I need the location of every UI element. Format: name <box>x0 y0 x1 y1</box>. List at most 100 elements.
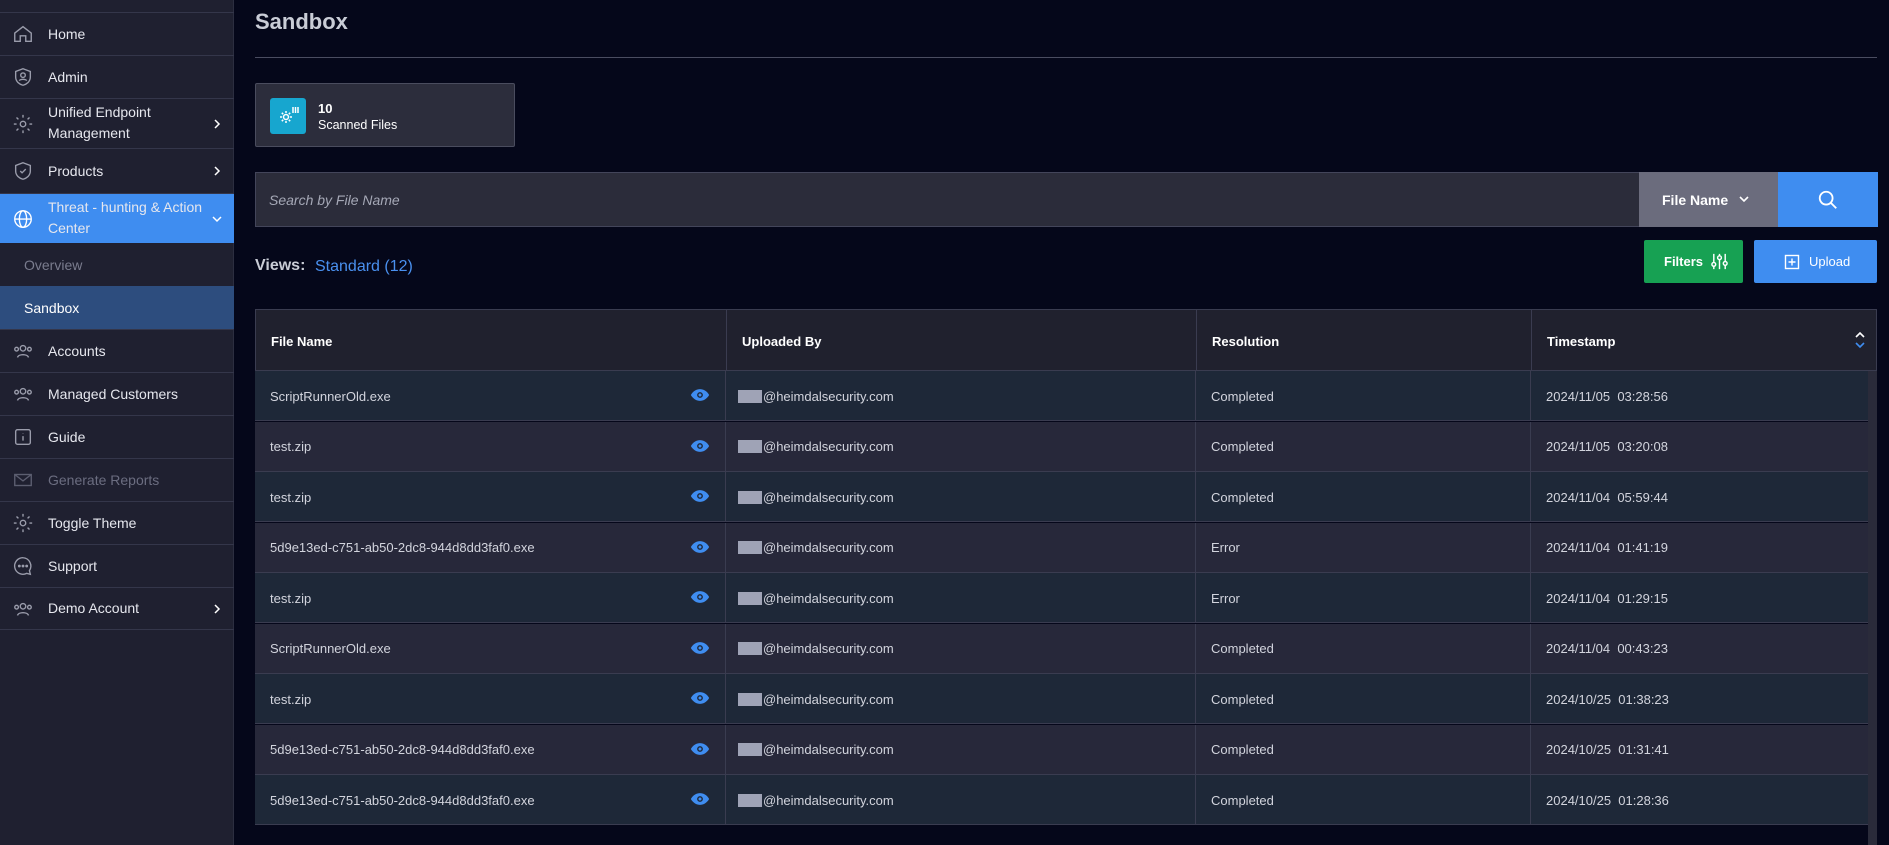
redacted-username <box>738 541 762 554</box>
sidebar-item-label: Products <box>48 162 104 179</box>
cell-resolution: Error <box>1196 522 1531 573</box>
eye-icon[interactable] <box>690 439 710 453</box>
sidebar-item-home[interactable]: Home <box>0 12 234 55</box>
sidebar-item-label: Demo Account <box>48 600 140 616</box>
uploader-email-domain: @heimdalsecurity.com <box>763 439 894 454</box>
cell-uploaded-by: @heimdalsecurity.com <box>726 724 1196 775</box>
table-row[interactable]: test.zip @heimdalsecurity.com Error 2024/11… <box>255 573 1868 623</box>
search-field-select[interactable]: File Name <box>1639 172 1778 227</box>
filters-button[interactable]: Filters <box>1644 240 1743 283</box>
eye-icon[interactable] <box>690 540 710 554</box>
file-name-text: 5d9e13ed-c751-ab50-2dc8-944d8dd3faf0.exe <box>270 792 535 808</box>
eye-icon[interactable] <box>690 691 710 705</box>
cell-timestamp: 2024/11/04 01:41:19 <box>1546 540 1668 555</box>
scanned-files-caption: Scanned Files <box>318 118 398 132</box>
eye-icon[interactable] <box>690 590 710 604</box>
cell-file-name: 5d9e13ed-c751-ab50-2dc8-944d8dd3faf0.exe <box>255 522 726 573</box>
cell-timestamp: 2024/10/25 01:28:36 <box>1546 792 1669 808</box>
sidebar-item-support[interactable]: Support <box>0 544 234 587</box>
sidebar-item-demo-account[interactable]: Demo Account <box>0 587 234 630</box>
column-header-uploaded-by[interactable]: Uploaded By <box>727 310 1197 372</box>
eye-icon[interactable] <box>690 792 710 806</box>
cell-resolution: Completed <box>1196 371 1531 421</box>
redacted-username <box>738 692 762 706</box>
views-label: Views: <box>255 257 306 274</box>
home-icon <box>12 23 34 45</box>
table-row[interactable]: test.zip @heimdalsecurity.com Completed 202… <box>255 421 1868 472</box>
table-row[interactable]: test.zip @heimdalsecurity.com Completed 202… <box>255 674 1868 724</box>
info-icon <box>12 426 34 448</box>
sidebar-item-toggle-theme[interactable]: Toggle Theme <box>0 501 234 544</box>
sidebar-item-managed-customers[interactable]: Managed Customers <box>0 372 234 415</box>
table-row[interactable]: test.zip @heimdalsecurity.com Completed 202… <box>255 472 1868 522</box>
scanned-files-card: 10 Scanned Files <box>255 83 515 147</box>
search-input[interactable] <box>255 172 1640 227</box>
upload-button[interactable]: Upload <box>1754 240 1877 283</box>
globe-icon <box>12 208 34 230</box>
gear-icon <box>12 512 34 534</box>
column-header-resolution[interactable]: Resolution <box>1197 310 1532 372</box>
redacted-username <box>738 440 762 453</box>
cell-file-name: test.zip <box>255 472 726 522</box>
file-name-text: test.zip <box>270 590 312 606</box>
sidebar-item-accounts[interactable]: Accounts <box>0 329 234 372</box>
eye-icon[interactable] <box>690 489 710 503</box>
table-row[interactable]: 5d9e13ed-c751-ab50-2dc8-944d8dd3faf0.exe… <box>255 724 1868 775</box>
sidebar-item-unified-endpoint-management[interactable]: Unified Endpoint Management <box>0 98 234 148</box>
views-selector[interactable]: Standard (12) <box>315 258 413 276</box>
cell-timestamp: 2024/11/04 05:59:44 <box>1546 489 1668 505</box>
sidebar-item-label: Home <box>48 25 86 42</box>
cell-uploaded-by: @heimdalsecurity.com <box>726 775 1196 825</box>
file-name-text: test.zip <box>270 439 312 454</box>
file-name-text: test.zip <box>270 489 312 505</box>
sidebar-item-products[interactable]: Products <box>0 148 234 193</box>
plus-square-icon <box>1784 254 1800 270</box>
shield-icon <box>12 160 34 182</box>
search-button[interactable] <box>1778 172 1878 227</box>
cell-resolution: Completed <box>1196 674 1531 724</box>
page-title: Sandbox <box>255 9 348 34</box>
sandbox-table: File Name Uploaded By Resolution Timesta… <box>255 309 1877 845</box>
sidebar-item-admin[interactable]: Admin <box>0 55 234 98</box>
redacted-username <box>738 490 762 504</box>
users-icon <box>12 383 34 405</box>
cell-file-name: test.zip <box>255 421 726 472</box>
eye-icon[interactable] <box>690 388 710 402</box>
cell-uploaded-by: @heimdalsecurity.com <box>726 522 1196 573</box>
cell-resolution: Completed <box>1196 724 1531 775</box>
table-row[interactable]: ScriptRunnerOld.exe @heimdalsecurity.com C… <box>255 623 1868 674</box>
sidebar-item-label-line2: Center <box>48 220 91 236</box>
sidebar-item-guide[interactable]: Guide <box>0 415 234 458</box>
sidebar-subitem-sandbox[interactable]: Sandbox <box>0 286 234 329</box>
chevron-right-icon <box>210 164 224 178</box>
redacted-username <box>738 743 762 756</box>
column-header-file-name[interactable]: File Name <box>256 310 727 372</box>
redacted-username <box>738 793 762 807</box>
cell-timestamp: 2024/10/25 01:31:41 <box>1546 742 1669 757</box>
sidebar-item-threat-hunting[interactable]: Threat - hunting & Action Center <box>0 193 234 243</box>
table-scrollbar[interactable] <box>1868 371 1877 845</box>
file-name-text: ScriptRunnerOld.exe <box>270 641 391 656</box>
sort-icon[interactable] <box>1854 330 1866 350</box>
uploader-email-domain: @heimdalsecurity.com <box>763 742 894 757</box>
file-name-text: ScriptRunnerOld.exe <box>270 388 391 404</box>
sidebar-subitem-label: Sandbox <box>24 299 80 316</box>
eye-icon[interactable] <box>690 742 710 756</box>
uploader-email-domain: @heimdalsecurity.com <box>763 691 894 707</box>
sidebar-item-label: Accounts <box>48 342 106 359</box>
column-header-timestamp[interactable]: Timestamp <box>1532 310 1876 372</box>
filters-label: Filters <box>1664 254 1704 269</box>
sidebar-item-label: Guide <box>48 428 86 445</box>
cell-uploaded-by: @heimdalsecurity.com <box>726 421 1196 472</box>
cell-timestamp: 2024/11/04 01:29:15 <box>1546 590 1668 606</box>
table-row[interactable]: ScriptRunnerOld.exe @heimdalsecurity.com C… <box>255 371 1868 421</box>
cell-uploaded-by: @heimdalsecurity.com <box>726 674 1196 724</box>
sidebar-subitem-overview[interactable]: Overview <box>0 243 234 286</box>
file-name-text: 5d9e13ed-c751-ab50-2dc8-944d8dd3faf0.exe <box>270 540 535 555</box>
table-row[interactable]: 5d9e13ed-c751-ab50-2dc8-944d8dd3faf0.exe… <box>255 522 1868 573</box>
cell-resolution: Completed <box>1196 623 1531 674</box>
table-row[interactable]: 5d9e13ed-c751-ab50-2dc8-944d8dd3faf0.exe… <box>255 775 1868 825</box>
eye-icon[interactable] <box>690 641 710 655</box>
sidebar-item-label: Unified Endpoint <box>48 104 151 120</box>
sidebar-item-generate-reports[interactable]: Generate Reports <box>0 458 234 501</box>
